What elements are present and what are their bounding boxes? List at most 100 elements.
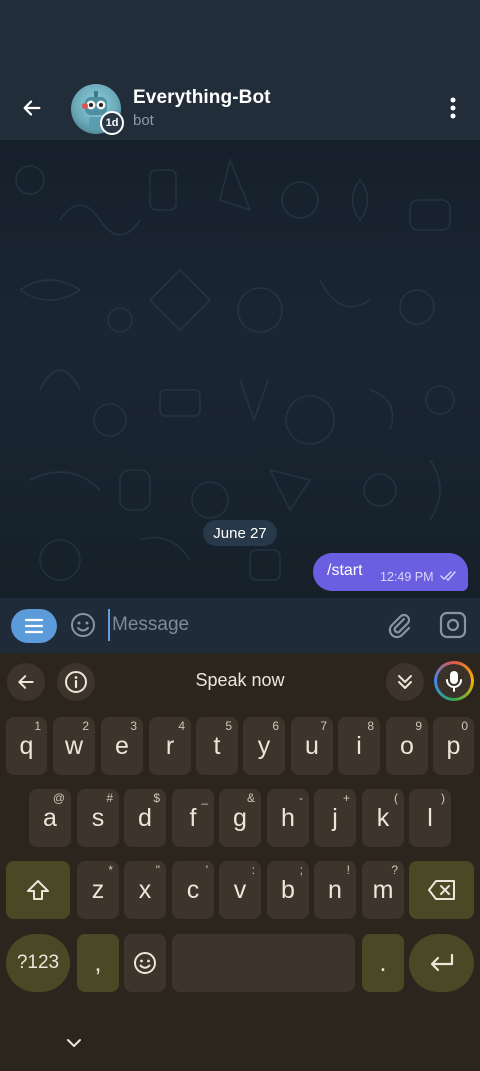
key-hint: _ xyxy=(201,791,208,805)
key-hint: 2 xyxy=(82,719,89,733)
chat-subtitle: bot xyxy=(133,112,154,129)
key-label: l xyxy=(427,803,433,832)
key-hint: ' xyxy=(205,863,208,877)
key-q[interactable]: q1 xyxy=(6,717,47,775)
message-text: /start xyxy=(327,562,363,579)
key-n[interactable]: n! xyxy=(314,861,356,919)
back-button[interactable] xyxy=(14,90,50,126)
chat-title[interactable]: Everything-Bot xyxy=(133,87,271,109)
key-hint: & xyxy=(246,791,255,805)
key-w[interactable]: w2 xyxy=(53,717,95,775)
status-bar xyxy=(0,0,480,78)
key-o[interactable]: o9 xyxy=(386,717,428,775)
key-m[interactable]: m? xyxy=(362,861,404,919)
key-s[interactable]: s # xyxy=(77,789,119,847)
shift-icon xyxy=(27,880,49,900)
key-d[interactable]: d $ xyxy=(124,789,166,847)
more-options-button[interactable] xyxy=(436,91,470,125)
key-hint: + xyxy=(342,791,350,805)
key-u[interactable]: u7 xyxy=(291,717,333,775)
key-label: b xyxy=(281,875,295,904)
message-composer xyxy=(0,598,480,653)
key-t[interactable]: t5 xyxy=(196,717,238,775)
enter-key[interactable] xyxy=(409,934,474,992)
bot-menu-button[interactable] xyxy=(11,609,57,643)
key-label: o xyxy=(400,731,414,760)
key-h[interactable]: h- xyxy=(267,789,309,847)
chat-area[interactable]: June 27 /start 12:49 PM xyxy=(0,140,480,598)
symbols-key[interactable]: ?123 xyxy=(6,934,70,992)
key-label: q xyxy=(19,731,34,760)
camera-icon[interactable] xyxy=(438,610,468,640)
shift-key[interactable] xyxy=(6,861,70,919)
key-hint: 6 xyxy=(272,719,279,733)
key-hint: 7 xyxy=(320,719,327,733)
key-a[interactable]: a @ xyxy=(29,789,71,847)
key-label: s xyxy=(91,803,105,832)
keyboard-back-button[interactable] xyxy=(7,663,45,701)
key-hint: 4 xyxy=(178,719,185,733)
key-hint: 9 xyxy=(415,719,422,733)
date-separator: June 27 xyxy=(203,520,277,546)
auto-delete-badge: 1d xyxy=(100,111,124,135)
key-label: a xyxy=(43,803,57,832)
key-v[interactable]: v: xyxy=(219,861,261,919)
emoji-icon[interactable] xyxy=(69,611,97,639)
key-label: p xyxy=(446,731,461,760)
backspace-key[interactable] xyxy=(409,861,474,919)
comma-key[interactable]: , xyxy=(77,934,119,992)
key-i[interactable]: i8 xyxy=(338,717,380,775)
more-vertical-icon xyxy=(450,97,456,119)
key-label: w xyxy=(64,731,84,760)
key-label: c xyxy=(186,875,200,904)
key-label: j xyxy=(332,803,338,832)
speak-now-label: Speak now xyxy=(195,670,285,690)
chevron-down-icon[interactable] xyxy=(64,1035,84,1051)
voice-input-button[interactable] xyxy=(434,661,474,701)
outgoing-message-bubble[interactable]: /start 12:49 PM xyxy=(313,553,468,591)
message-input[interactable] xyxy=(108,609,368,641)
keyboard-toolbar: Speak now xyxy=(0,653,480,709)
period-key[interactable]: . xyxy=(362,934,404,992)
key-hint: 0 xyxy=(461,719,468,733)
key-hint: 1 xyxy=(34,719,41,733)
double-chevron-down-icon xyxy=(398,675,412,689)
key-g[interactable]: g & xyxy=(219,789,261,847)
key-hint: 3 xyxy=(130,719,137,733)
key-label: h xyxy=(281,803,295,832)
key-j[interactable]: j + xyxy=(314,789,356,847)
enter-icon xyxy=(430,953,453,972)
key-l[interactable]: l) xyxy=(409,789,451,847)
key-hint: ; xyxy=(299,863,303,877)
key-x[interactable]: x " xyxy=(124,861,166,919)
key-hint: ? xyxy=(391,863,398,877)
key-b[interactable]: b; xyxy=(267,861,309,919)
key-label: x xyxy=(138,875,152,904)
key-f[interactable]: f _ xyxy=(172,789,214,847)
emoji-key[interactable] xyxy=(124,934,166,992)
space-key[interactable] xyxy=(172,934,355,992)
key-y[interactable]: y6 xyxy=(243,717,285,775)
key-label: g xyxy=(233,803,247,832)
key-label: z xyxy=(91,875,105,904)
info-button[interactable] xyxy=(57,663,95,701)
key-p[interactable]: p0 xyxy=(433,717,474,775)
key-c[interactable]: c ' xyxy=(172,861,214,919)
key-hint: 5 xyxy=(225,719,232,733)
key-r[interactable]: r4 xyxy=(149,717,191,775)
arrow-left-icon xyxy=(18,675,34,689)
arrow-left-icon xyxy=(23,100,41,116)
key-label: m xyxy=(372,875,394,904)
menu-icon xyxy=(24,618,44,634)
key-e[interactable]: e3 xyxy=(101,717,143,775)
key-label: d xyxy=(138,803,152,832)
attach-icon[interactable] xyxy=(384,610,414,640)
collapse-keyboard-button[interactable] xyxy=(386,663,424,701)
key-hint: * xyxy=(108,863,113,877)
key-label: t xyxy=(213,731,221,760)
key-k[interactable]: k( xyxy=(362,789,404,847)
key-z[interactable]: z * xyxy=(77,861,119,919)
emoji-icon xyxy=(134,952,156,974)
key-label: n xyxy=(328,875,342,904)
key-hint: # xyxy=(106,791,113,805)
